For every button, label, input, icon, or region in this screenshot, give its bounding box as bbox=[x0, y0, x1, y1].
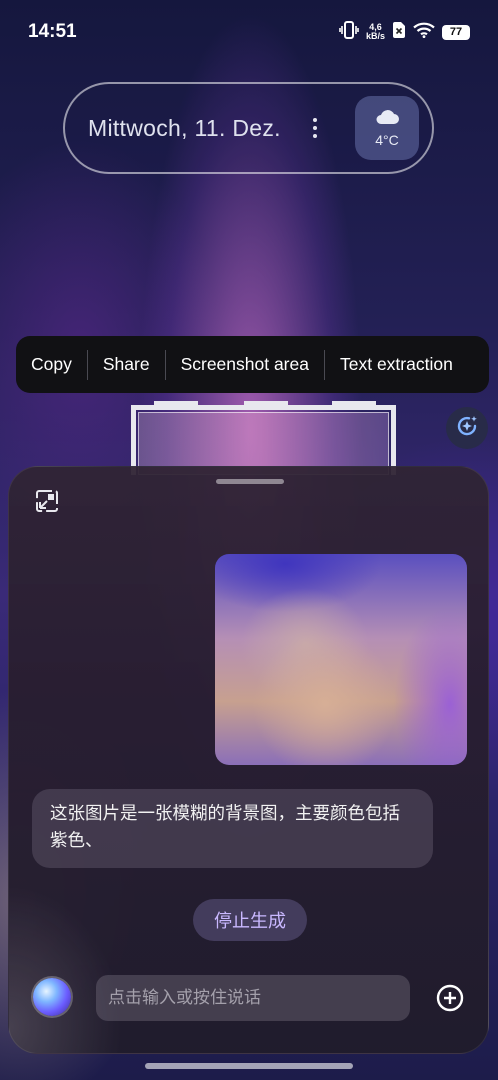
date-weather-widget[interactable]: Mittwoch, 11. Dez. 4°C bbox=[63, 82, 434, 174]
clock: 14:51 bbox=[28, 21, 77, 42]
network-speed-unit: kB/s bbox=[365, 31, 385, 41]
battery-icon: 77 bbox=[442, 24, 470, 40]
attached-image-thumbnail[interactable] bbox=[215, 554, 467, 765]
weather-chip[interactable]: 4°C bbox=[355, 96, 419, 160]
crop-handle[interactable] bbox=[332, 401, 376, 406]
assistant-reply-bubble: 这张图片是一张模糊的背景图，主要颜色包括紫色、 bbox=[32, 789, 433, 868]
status-icons: 4,6 kB/s 77 bbox=[339, 21, 470, 43]
minimize-window-icon[interactable] bbox=[35, 489, 59, 517]
menu-share[interactable]: Share bbox=[88, 354, 165, 375]
vibrate-icon bbox=[339, 21, 359, 43]
home-indicator[interactable] bbox=[145, 1063, 353, 1069]
assistant-sheet: 这张图片是一张模糊的背景图，主要颜色包括紫色、 停止生成 bbox=[8, 466, 489, 1054]
assistant-orb-icon[interactable] bbox=[33, 978, 71, 1016]
more-options-icon[interactable] bbox=[313, 118, 317, 138]
ai-sparkle-icon bbox=[454, 413, 480, 443]
wifi-icon bbox=[413, 22, 435, 42]
assistant-reply-text: 这张图片是一张模糊的背景图，主要颜色包括紫色、 bbox=[50, 804, 400, 851]
add-icon[interactable] bbox=[435, 983, 465, 1017]
menu-screenshot-area[interactable]: Screenshot area bbox=[166, 354, 324, 375]
date-label: Mittwoch, 11. Dez. bbox=[88, 114, 281, 141]
menu-text-extraction[interactable]: Text extraction bbox=[325, 354, 468, 375]
menu-copy[interactable]: Copy bbox=[16, 354, 87, 375]
weather-temp: 4°C bbox=[375, 132, 399, 148]
cloud-icon bbox=[374, 108, 400, 130]
status-bar: 14:51 4,6 kB/s 77 bbox=[0, 0, 498, 64]
ai-assistant-button[interactable] bbox=[446, 407, 488, 449]
stop-generating-button[interactable]: 停止生成 bbox=[193, 899, 307, 941]
network-speed: 4,6 kB/s bbox=[366, 23, 385, 41]
no-sim-icon bbox=[392, 21, 406, 43]
crop-handle[interactable] bbox=[154, 401, 198, 406]
selection-crop-frame[interactable] bbox=[131, 401, 396, 475]
chat-input[interactable] bbox=[96, 975, 410, 1021]
sheet-drag-handle[interactable] bbox=[216, 479, 284, 484]
context-menu: Copy Share Screenshot area Text extracti… bbox=[16, 336, 489, 393]
crop-handle[interactable] bbox=[244, 401, 288, 406]
